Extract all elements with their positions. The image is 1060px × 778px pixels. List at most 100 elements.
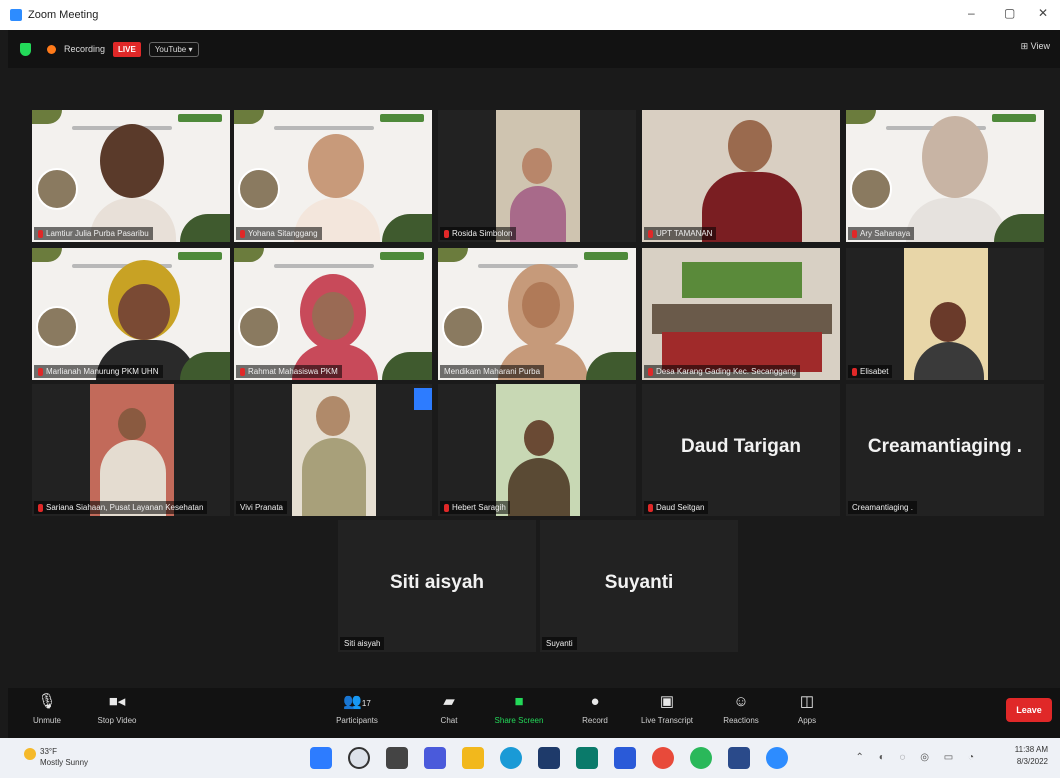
edge-browser-icon[interactable] (500, 747, 522, 769)
participant-tile[interactable]: Marlianah Manurung PKM UHN (32, 248, 230, 380)
participant-tile[interactable]: Desa Karang Gading Kec. Secanggang (642, 248, 840, 380)
participant-name: Desa Karang Gading Kec. Secanggang (644, 365, 801, 378)
stop-video-button[interactable]: ■◂ Stop Video (82, 692, 152, 725)
smiley-icon: ☺ (733, 693, 749, 710)
whatsapp-icon[interactable] (690, 747, 712, 769)
app-icon[interactable] (728, 747, 750, 769)
participant-display-name: Siti aisyah (390, 572, 484, 593)
windows-taskbar: 33°F Mostly Sunny ⌃ ◐ ◌ ◎ ▭ ◔ 11:38 AM 8… (0, 738, 1060, 778)
mic-muted-icon (648, 503, 653, 512)
store-icon[interactable] (538, 747, 560, 769)
participant-name: Rosida Simbolon (440, 227, 517, 240)
taskbar-apps (310, 747, 788, 769)
participant-tile[interactable]: Sariana Siahaan, Pusat Layanan Kesehatan (32, 384, 230, 516)
participant-tile[interactable]: Suyanti Suyanti (540, 520, 738, 652)
mic-muted-icon (38, 367, 43, 376)
app-icon[interactable] (576, 747, 598, 769)
participant-tile[interactable]: UPT TAMANAN (642, 110, 840, 242)
live-badge[interactable]: LIVE (113, 41, 141, 57)
start-icon[interactable] (310, 747, 332, 769)
mic-muted-icon (240, 229, 245, 238)
organization-logo-icon (238, 168, 280, 210)
participant-name: Ary Sahanaya (848, 227, 915, 240)
participant-name: Daud Seitgan (644, 501, 709, 514)
system-tray-icons[interactable]: ⌃ ◐ ◌ ◎ ▭ ◔ (856, 752, 980, 763)
participant-tile[interactable]: Siti aisyah Siti aisyah (338, 520, 536, 652)
screen-share-indicator-icon (414, 388, 432, 410)
mic-muted-icon (852, 367, 857, 376)
teams-chat-icon[interactable] (424, 747, 446, 769)
mic-muted-icon (240, 367, 245, 376)
word-icon[interactable] (614, 747, 636, 769)
record-icon: ● (590, 693, 600, 710)
organization-logo-icon (36, 168, 78, 210)
task-view-icon[interactable] (386, 747, 408, 769)
participant-tile[interactable]: Vivi Pranata (234, 384, 432, 516)
chat-button[interactable]: ▰ Chat (414, 692, 484, 725)
participant-name: Vivi Pranata (236, 501, 287, 514)
participant-tile[interactable]: Ary Sahanaya (846, 110, 1044, 242)
participant-name: Sariana Siahaan, Pusat Layanan Kesehatan (34, 501, 208, 514)
apps-icon: ◫ (799, 693, 815, 710)
participant-name: Lamtiur Julia Purba Pasaribu (34, 227, 153, 240)
participant-display-name: Suyanti (604, 572, 674, 593)
mic-muted-icon (38, 229, 43, 238)
participant-name: Creamantiaging . (848, 501, 917, 514)
participant-name: Rahmat Mahasiswa PKM (236, 365, 342, 378)
participant-display-name: Daud Tarigan (681, 436, 801, 457)
participant-name: Siti aisyah (340, 637, 385, 650)
chat-icon: ▰ (443, 693, 455, 710)
sun-icon (24, 748, 36, 760)
live-transcript-button[interactable]: ▣ Live Transcript (632, 692, 702, 725)
participant-name: Elisabet (848, 365, 893, 378)
reactions-button[interactable]: ☺ Reactions (706, 692, 776, 725)
mic-muted-icon (852, 229, 857, 238)
unmute-button[interactable]: 🎙 Unmute (12, 692, 82, 725)
apps-button[interactable]: ◫ Apps (772, 692, 842, 725)
organization-logo-icon (850, 168, 892, 210)
organization-logo-icon (36, 306, 78, 348)
weather-widget[interactable]: 33°F Mostly Sunny (24, 746, 88, 768)
participant-display-name: Creamantiaging . (867, 436, 1023, 457)
participant-tile[interactable]: Rahmat Mahasiswa PKM (234, 248, 432, 380)
meeting-toolbar: 🎙 Unmute ■◂ Stop Video 👥17 Participants … (8, 688, 1060, 738)
file-explorer-icon[interactable] (462, 747, 484, 769)
zoom-icon[interactable] (766, 747, 788, 769)
stream-target-dropdown[interactable]: YouTube ▾ (148, 41, 199, 57)
search-icon[interactable] (348, 747, 370, 769)
participants-button[interactable]: 👥17 Participants (322, 692, 392, 725)
view-button[interactable]: ⊞ View (1021, 41, 1050, 52)
participant-tile[interactable]: Yohana Sitanggang (234, 110, 432, 242)
clock[interactable]: 11:38 AM 8/3/2022 (1015, 744, 1048, 768)
organization-logo-icon (238, 306, 280, 348)
security-shield-icon[interactable] (20, 42, 31, 56)
participant-name: Marlianah Manurung PKM UHN (34, 365, 163, 378)
record-button[interactable]: ● Record (560, 692, 630, 725)
participant-tile[interactable]: Rosida Simbolon (438, 110, 636, 242)
share-screen-button[interactable]: ■ Share Screen (484, 692, 554, 725)
active-speaker-tile[interactable]: Mendikam Maharani Purba (438, 248, 636, 380)
participants-icon: 👥17 (343, 693, 371, 710)
participant-tile[interactable]: Elisabet (846, 248, 1044, 380)
participant-tile[interactable]: Daud Tarigan Daud Seitgan (642, 384, 840, 516)
participant-tile[interactable]: Lamtiur Julia Purba Pasaribu (32, 110, 230, 242)
window-titlebar: Zoom Meeting – ▢ ✕ (0, 0, 1060, 30)
window-title: Zoom Meeting (28, 9, 99, 21)
leave-button[interactable]: Leave (1006, 698, 1052, 722)
share-screen-icon: ■ (514, 693, 524, 710)
zoom-app-icon (10, 9, 22, 21)
maximize-button[interactable]: ▢ (1004, 6, 1015, 20)
meeting-top-bar: Recording LIVE YouTube ▾ ⊞ View (8, 30, 1060, 68)
participant-tile[interactable]: Hebert Saragih (438, 384, 636, 516)
mic-muted-icon (444, 229, 449, 238)
mic-muted-icon (38, 503, 43, 512)
close-button[interactable]: ✕ (1038, 6, 1048, 20)
mic-muted-icon (648, 229, 653, 238)
chrome-icon[interactable] (652, 747, 674, 769)
recording-icon (47, 44, 56, 54)
minimize-button[interactable]: – (968, 6, 975, 20)
participant-tile[interactable]: Creamantiaging . Creamantiaging . (846, 384, 1044, 516)
recording-label[interactable]: Recording (64, 44, 105, 54)
mic-muted-icon (648, 367, 653, 376)
participant-name: Mendikam Maharani Purba (440, 365, 545, 378)
